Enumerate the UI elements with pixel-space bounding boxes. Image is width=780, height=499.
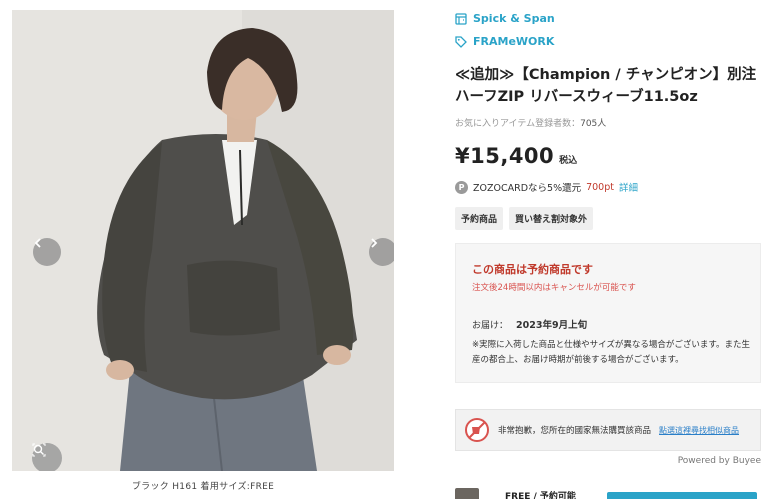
tag-icon	[455, 35, 467, 48]
variant-size: FREE / 予約可能	[505, 492, 576, 499]
favorite-count: お気に入りアイテム登録者数：705人	[455, 116, 606, 129]
point-badge-icon: P	[455, 180, 468, 194]
brand-link[interactable]: FRAMeWORK	[455, 35, 554, 48]
delivery-date: 2023年9月上旬	[516, 320, 588, 331]
shop-icon	[455, 12, 467, 25]
variant-thumbnail[interactable]	[455, 488, 479, 499]
zozocard-detail-link[interactable]: 詳細	[619, 180, 638, 194]
zozocard-text: ZOZOCARDなら5%還元	[473, 183, 582, 194]
shop-name: Spick & Span	[473, 12, 555, 25]
favorite-number: 705人	[580, 119, 607, 129]
product-image[interactable]	[12, 10, 394, 471]
similar-items-link[interactable]: 點選這裡尋找相似商品	[659, 425, 739, 436]
zoom-button[interactable]	[32, 443, 62, 471]
image-caption: ブラック H161 着用サイズ:FREE	[131, 482, 275, 492]
zozocard-promo: P ZOZOCARDなら5%還元 700pt 詳細	[455, 180, 638, 194]
buyee-unavailable-box: 非常抱歉，您所在的國家無法購買該商品 點選這裡尋找相似商品	[455, 409, 761, 451]
powered-by-buyee: Powered by Buyee	[677, 456, 761, 466]
next-image-button[interactable]	[369, 238, 394, 266]
favorite-label: お気に入りアイテム登録者数：	[455, 119, 581, 129]
no-purchase-icon	[465, 418, 489, 442]
tag-tradein-excluded: 買い替え割対象外	[509, 207, 594, 230]
price-amount: ¥15,400	[455, 144, 555, 168]
notice-note: ※実際に入荷した商品と仕様やサイズが異なる場合がございます。また生産の都合上、お…	[472, 340, 751, 365]
notice-heading: この商品は予約商品です	[472, 263, 593, 276]
zozocard-points: 700pt	[586, 181, 614, 193]
product-title: ≪追加≫【Champion / チャンピオン】別注ハーフZIP リバースウィーブ…	[455, 67, 757, 105]
delivery-info: お届け： 2023年9月上旬	[472, 317, 587, 331]
price: ¥15,400 税込	[455, 144, 577, 168]
brand-name: FRAMeWORK	[473, 35, 555, 48]
buyee-message: 非常抱歉，您所在的國家無法購買該商品	[498, 426, 652, 436]
tag-preorder: 予約商品	[455, 207, 504, 230]
product-tags: 予約商品 買い替え割対象外	[455, 207, 594, 230]
variant-row: FREE / 予約可能	[455, 486, 765, 499]
model-illustration	[12, 10, 394, 471]
tax-label: 税込	[559, 156, 578, 166]
zoom-icon	[32, 443, 46, 457]
add-to-cart-button[interactable]	[607, 492, 757, 499]
notice-cancel-info: 注文後24時間以内はキャンセルが可能です	[472, 283, 636, 293]
delivery-label: お届け：	[472, 321, 509, 331]
chevron-left-icon	[34, 238, 41, 248]
preorder-notice: この商品は予約商品です 注文後24時間以内はキャンセルが可能です お届け： 202…	[455, 243, 761, 383]
chevron-right-icon	[371, 238, 378, 248]
shop-link[interactable]: Spick & Span	[455, 12, 555, 25]
previous-image-button[interactable]	[33, 238, 61, 266]
